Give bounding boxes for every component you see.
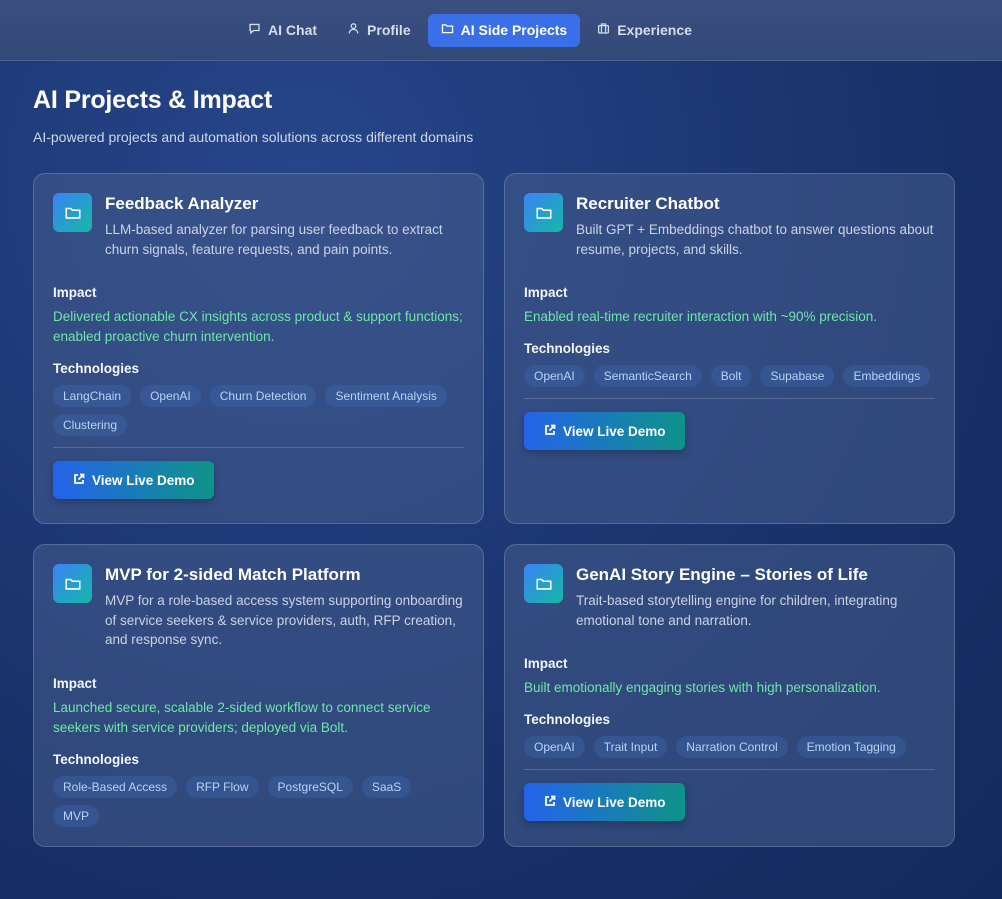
tech-tags: Role-Based Access RFP Flow PostgreSQL Sa… — [53, 775, 464, 827]
folder-icon — [524, 564, 563, 603]
project-description: LLM-based analyzer for parsing user feed… — [105, 222, 443, 257]
folder-icon — [53, 564, 92, 603]
project-card-genai-story-engine: GenAI Story Engine – Stories of Life Tra… — [504, 544, 955, 847]
tech-tag: Emotion Tagging — [796, 736, 906, 758]
tech-tag: SemanticSearch — [593, 365, 702, 387]
tech-tag: Trait Input — [593, 736, 668, 758]
project-card-feedback-analyzer: Feedback Analyzer LLM-based analyzer for… — [33, 173, 484, 524]
impact-text: Delivered actionable CX insights across … — [53, 309, 463, 344]
page-subtitle: AI-powered projects and automation solut… — [33, 129, 474, 145]
tech-tags: LangChain OpenAI Churn Detection Sentime… — [53, 385, 464, 436]
tab-experience[interactable]: Experience — [584, 14, 705, 47]
tech-tag: Churn Detection — [209, 385, 317, 407]
view-live-demo-button[interactable]: View Live Demo — [53, 461, 214, 499]
tech-tag: Role-Based Access — [53, 775, 178, 798]
nav-tabs: AI Chat Profile AI Side Projects Experie… — [235, 13, 705, 47]
chat-icon — [248, 22, 261, 38]
impact-text: Enabled real-time recruiter interaction … — [524, 309, 878, 324]
tab-label: AI Chat — [268, 22, 318, 38]
external-link-icon — [73, 473, 85, 488]
external-link-icon — [544, 795, 556, 810]
button-label: View Live Demo — [92, 472, 195, 488]
tech-tag: LangChain — [53, 385, 132, 407]
tech-tag: OpenAI — [524, 365, 585, 387]
impact-label: Impact — [524, 285, 568, 300]
project-title: GenAI Story Engine – Stories of Life — [576, 565, 868, 584]
tab-ai-side-projects[interactable]: AI Side Projects — [427, 13, 581, 47]
tech-tag: PostgreSQL — [267, 775, 353, 798]
impact-label: Impact — [53, 675, 97, 691]
tech-tag: Sentiment Analysis — [325, 385, 447, 407]
tech-tag: OpenAI — [524, 736, 585, 758]
button-label: View Live Demo — [563, 794, 666, 810]
impact-text: Built emotionally engaging stories with … — [524, 680, 881, 695]
divider — [53, 447, 464, 448]
divider — [524, 769, 935, 770]
project-card-recruiter-chatbot: Recruiter Chatbot Built GPT + Embeddings… — [504, 173, 955, 524]
tab-label: Experience — [617, 22, 692, 38]
project-card-mvp-match-platform: MVP for 2-sided Match Platform MVP for a… — [33, 544, 484, 847]
divider — [524, 398, 935, 399]
tech-tag: Clustering — [53, 414, 128, 436]
external-link-icon — [544, 424, 556, 439]
technologies-label: Technologies — [524, 712, 611, 727]
folder-icon — [524, 193, 563, 232]
tech-tag: SaaS — [361, 775, 412, 798]
view-live-demo-button[interactable]: View Live Demo — [524, 783, 685, 821]
project-description: Trait-based storytelling engine for chil… — [576, 593, 898, 628]
page-title: AI Projects & Impact — [33, 86, 273, 114]
top-nav: AI Chat Profile AI Side Projects Experie… — [0, 0, 1002, 61]
technologies-label: Technologies — [53, 751, 140, 767]
project-description: MVP for a role-based access system suppo… — [105, 593, 463, 647]
tech-tag: MVP — [53, 804, 100, 827]
project-title: MVP for 2-sided Match Platform — [105, 565, 361, 584]
impact-label: Impact — [53, 285, 97, 300]
project-title: Recruiter Chatbot — [576, 194, 720, 213]
tech-tag: Narration Control — [676, 736, 788, 758]
technologies-label: Technologies — [524, 341, 611, 356]
view-live-demo-button[interactable]: View Live Demo — [524, 412, 685, 450]
user-icon — [347, 22, 360, 38]
tab-ai-chat[interactable]: AI Chat — [235, 14, 330, 47]
project-title: Feedback Analyzer — [105, 194, 259, 213]
tech-tag: Bolt — [710, 365, 752, 387]
briefcase-icon — [597, 22, 610, 38]
tab-label: AI Side Projects — [460, 22, 568, 38]
folder-icon — [53, 193, 92, 232]
tech-tag: Embeddings — [843, 365, 931, 387]
impact-text: Launched secure, scalable 2-sided workfl… — [53, 699, 431, 735]
tech-tag: Supabase — [760, 365, 835, 387]
technologies-label: Technologies — [53, 361, 140, 376]
impact-label: Impact — [524, 656, 568, 671]
folder-icon — [441, 22, 454, 38]
tab-profile[interactable]: Profile — [334, 14, 424, 47]
tech-tags: OpenAI SemanticSearch Bolt Supabase Embe… — [524, 365, 935, 387]
tech-tags: OpenAI Trait Input Narration Control Emo… — [524, 736, 935, 758]
project-description: Built GPT + Embeddings chatbot to answer… — [576, 222, 934, 257]
tech-tag: RFP Flow — [186, 775, 259, 798]
tab-label: Profile — [367, 22, 411, 38]
tech-tag: OpenAI — [140, 385, 201, 407]
button-label: View Live Demo — [563, 423, 666, 439]
